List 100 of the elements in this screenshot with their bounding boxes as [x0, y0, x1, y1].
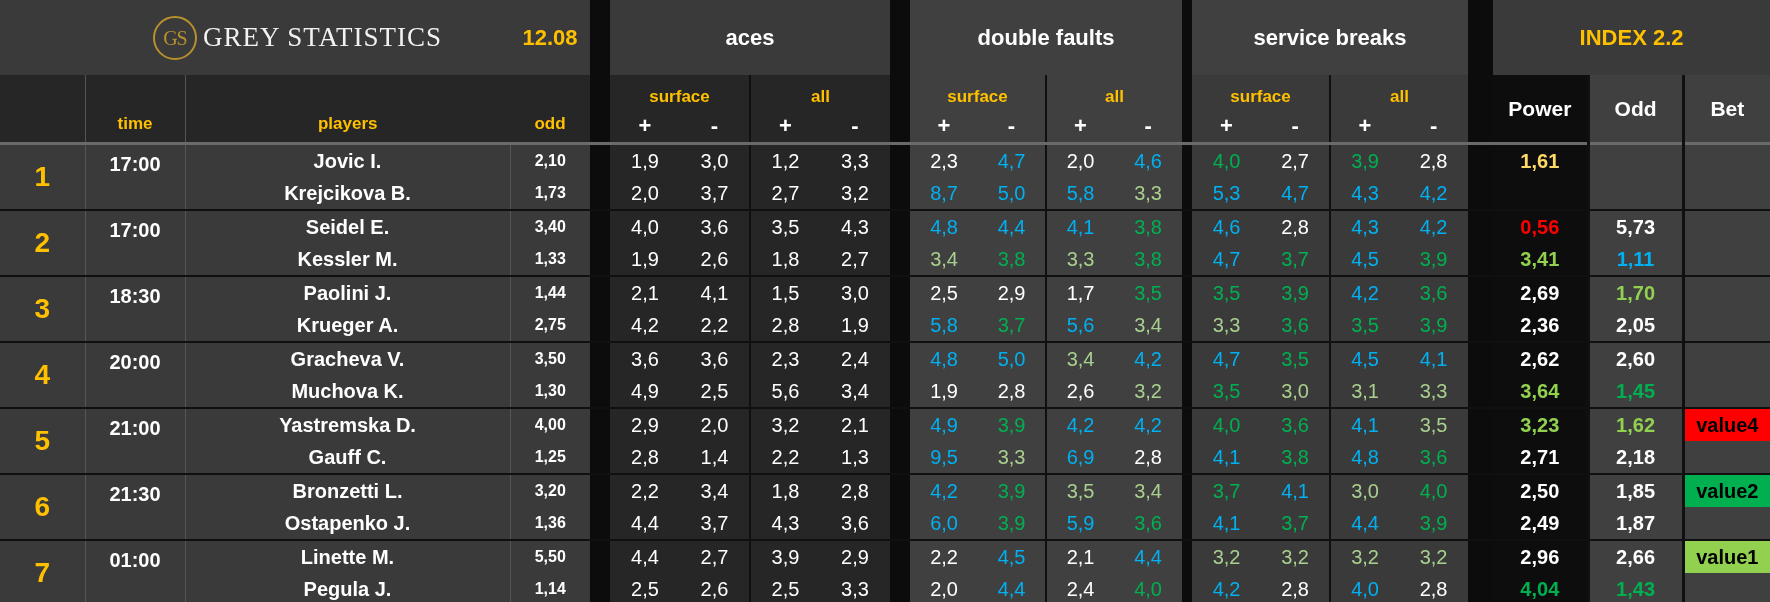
odd-value: 1,70	[1588, 275, 1684, 309]
stat-value: 2,8	[820, 473, 891, 507]
stat-value: 3,9	[1399, 242, 1469, 276]
stat-value: 3,3	[820, 572, 891, 602]
stat-value: 2,0	[1046, 143, 1115, 177]
stat-value: 4,1	[1192, 506, 1262, 540]
subgroup-label: all	[1330, 75, 1469, 109]
power-value: 2,50	[1493, 473, 1589, 507]
stat-value: 4,9	[910, 407, 979, 441]
stat-value: 4,8	[910, 209, 979, 243]
stat-value: 4,6	[1192, 209, 1262, 243]
stat-value: 2,0	[680, 407, 750, 441]
stat-value: 3,3	[1192, 308, 1262, 342]
stat-value: 3,9	[750, 539, 820, 573]
stat-value: 4,3	[1330, 209, 1400, 243]
sign-label: +	[610, 109, 680, 144]
player-name: Linette M.	[185, 539, 510, 573]
stat-value: 3,9	[1261, 275, 1331, 309]
subgroup-label: surface	[1192, 75, 1331, 109]
stat-value: 2,0	[610, 176, 680, 210]
stat-value: 1,9	[610, 242, 680, 276]
stat-value: 4,4	[610, 539, 680, 573]
logo-text: GREY STATISTICS	[202, 21, 443, 55]
odd-value: 2,18	[1588, 440, 1684, 474]
stat-value: 3,6	[680, 209, 750, 243]
stat-value: 3,4	[1046, 341, 1115, 375]
player-odd: 3,40	[510, 209, 590, 243]
player-name: Bronzetti L.	[185, 473, 510, 507]
stat-value: 4,6	[1114, 143, 1183, 177]
stat-value: 3,6	[680, 341, 750, 375]
stat-value: 1,8	[750, 242, 820, 276]
stat-value: 3,3	[1046, 242, 1115, 276]
stat-value: 3,8	[978, 242, 1047, 276]
stat-value: 3,2	[1330, 539, 1400, 573]
stat-value: 9,5	[910, 440, 979, 474]
stat-value: 3,4	[1114, 473, 1183, 507]
stat-value: 1,9	[910, 374, 979, 408]
odd-value: 1,62	[1588, 407, 1684, 441]
sign-label: -	[1261, 109, 1331, 144]
stat-value: 3,4	[1114, 308, 1183, 342]
stat-value: 8,7	[910, 176, 979, 210]
stat-value: 3,4	[910, 242, 979, 276]
stat-value: 5,9	[1046, 506, 1115, 540]
stat-value: 1,3	[820, 440, 891, 474]
stat-value: 3,2	[1114, 374, 1183, 408]
stat-value: 3,7	[680, 176, 750, 210]
stat-value: 3,9	[978, 407, 1047, 441]
stat-value: 2,5	[610, 572, 680, 602]
stat-value: 2,3	[750, 341, 820, 375]
stat-value: 4,2	[1046, 407, 1115, 441]
stat-value: 1,5	[750, 275, 820, 309]
sign-label: +	[1046, 109, 1115, 144]
stat-value: 2,7	[1261, 143, 1331, 177]
stat-value: 3,7	[978, 308, 1047, 342]
stat-value: 5,0	[978, 341, 1047, 375]
sign-label: -	[1114, 109, 1183, 144]
power-value: 2,69	[1493, 275, 1589, 309]
stat-value: 2,1	[610, 275, 680, 309]
player-name: Gracheva V.	[185, 341, 510, 375]
stat-value: 3,0	[680, 143, 750, 177]
subgroup-label: all	[750, 75, 891, 109]
stat-value: 4,5	[1330, 242, 1400, 276]
stat-value: 4,1	[1261, 473, 1331, 507]
player-name: Yastremska D.	[185, 407, 510, 441]
stat-value: 2,8	[1261, 572, 1331, 602]
stat-value: 5,3	[1192, 176, 1262, 210]
sign-label: -	[978, 109, 1047, 144]
power-value: 2,71	[1493, 440, 1589, 474]
player-odd: 4,00	[510, 407, 590, 441]
stat-value: 4,3	[1330, 176, 1400, 210]
odd-value: 2,60	[1588, 341, 1684, 375]
match-time: 21:00	[85, 407, 185, 474]
stat-value: 2,3	[910, 143, 979, 177]
match-time: 20:00	[85, 341, 185, 408]
power-value: 0,56	[1493, 209, 1589, 243]
column-header: Odd	[1588, 75, 1684, 144]
player-name: Krejcikova B.	[185, 176, 510, 210]
stat-value: 5,8	[910, 308, 979, 342]
stat-value: 3,9	[978, 473, 1047, 507]
odd-value: 1,43	[1588, 572, 1684, 602]
subgroup-label: surface	[610, 75, 750, 109]
stat-value: 4,8	[910, 341, 979, 375]
column-header: players	[185, 75, 510, 144]
stat-value: 2,7	[750, 176, 820, 210]
stat-value: 4,2	[610, 308, 680, 342]
stat-value: 2,8	[1399, 572, 1469, 602]
player-odd: 1,14	[510, 572, 590, 602]
stat-value: 2,2	[680, 308, 750, 342]
odd-value: 1,45	[1588, 374, 1684, 408]
match-number: 2	[0, 209, 85, 276]
odd-value: 5,73	[1588, 209, 1684, 243]
stat-value: 2,9	[978, 275, 1047, 309]
stat-value: 3,4	[680, 473, 750, 507]
player-odd: 1,73	[510, 176, 590, 210]
player-odd: 2,10	[510, 143, 590, 177]
sign-label: -	[680, 109, 750, 144]
stat-value: 4,0	[610, 209, 680, 243]
stat-value: 4,7	[978, 143, 1047, 177]
stat-value: 1,8	[750, 473, 820, 507]
group-title: aces	[610, 0, 891, 75]
